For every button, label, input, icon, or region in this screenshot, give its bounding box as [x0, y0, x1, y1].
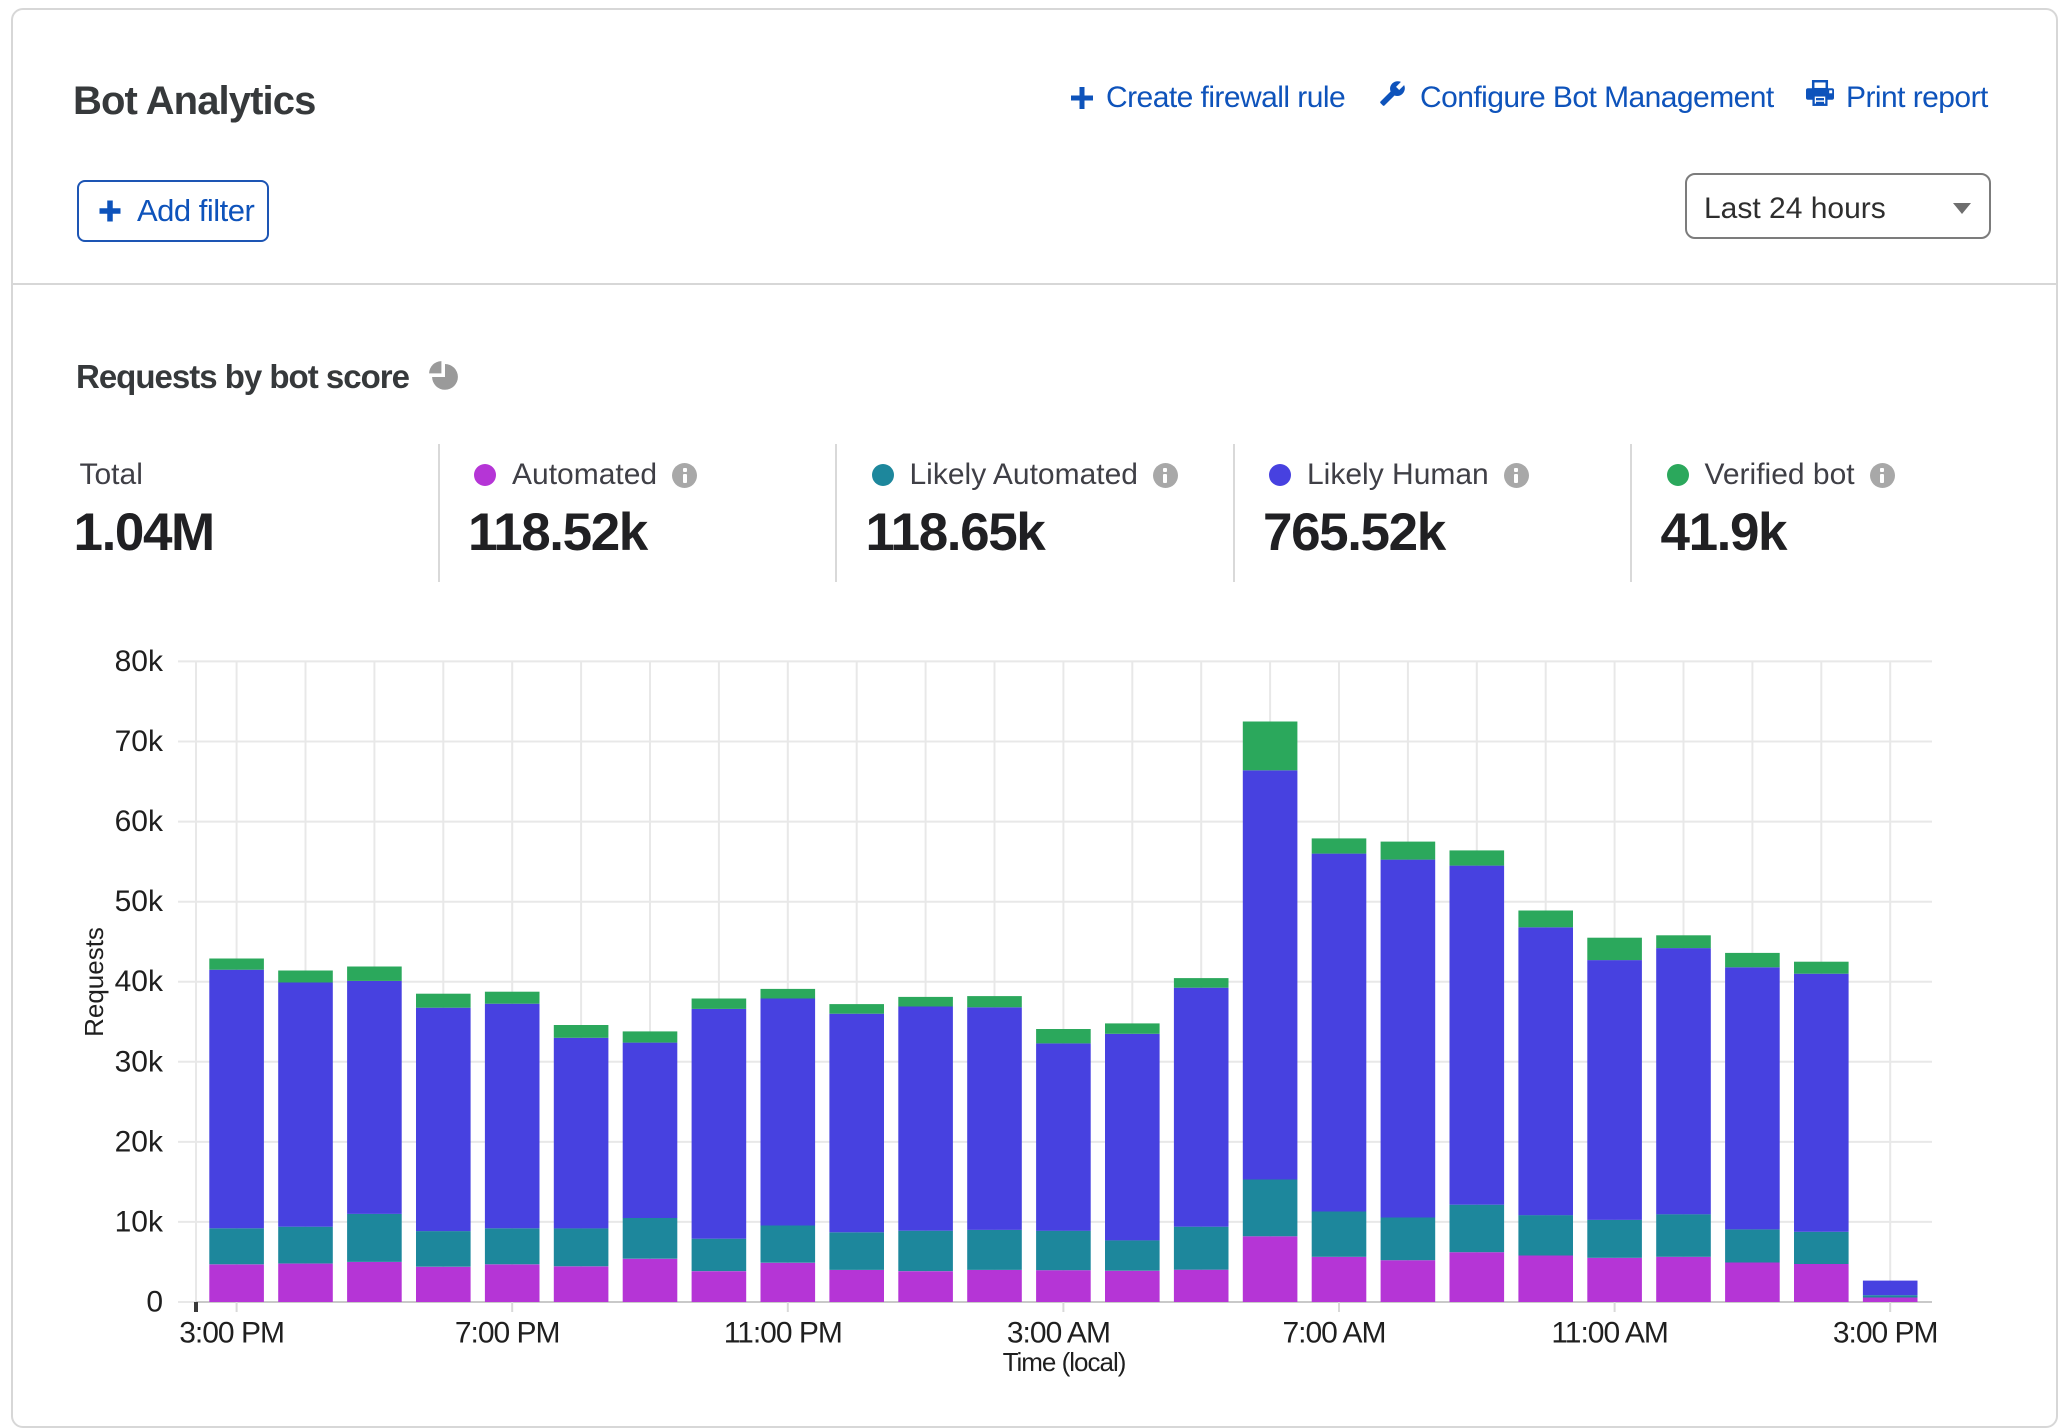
svg-text:20k: 20k	[115, 1125, 164, 1158]
svg-text:0: 0	[146, 1286, 163, 1319]
svg-text:7:00 PM: 7:00 PM	[455, 1317, 560, 1350]
svg-text:Requests: Requests	[79, 927, 109, 1037]
svg-text:3:00 AM: 3:00 AM	[1007, 1317, 1110, 1350]
svg-text:11:00 PM: 11:00 PM	[724, 1317, 842, 1350]
svg-text:40k: 40k	[115, 965, 164, 998]
svg-text:60k: 60k	[115, 805, 164, 838]
svg-text:10k: 10k	[115, 1205, 164, 1238]
svg-text:30k: 30k	[115, 1045, 164, 1078]
svg-text:7:00 AM: 7:00 AM	[1282, 1317, 1385, 1350]
svg-text:70k: 70k	[115, 725, 164, 758]
svg-text:50k: 50k	[115, 885, 164, 918]
svg-text:3:00 PM: 3:00 PM	[179, 1317, 284, 1350]
svg-text:11:00 AM: 11:00 AM	[1551, 1317, 1668, 1350]
svg-text:3:00 PM: 3:00 PM	[1833, 1317, 1938, 1350]
svg-text:80k: 80k	[115, 645, 164, 678]
svg-text:Time (local): Time (local)	[1003, 1347, 1126, 1377]
